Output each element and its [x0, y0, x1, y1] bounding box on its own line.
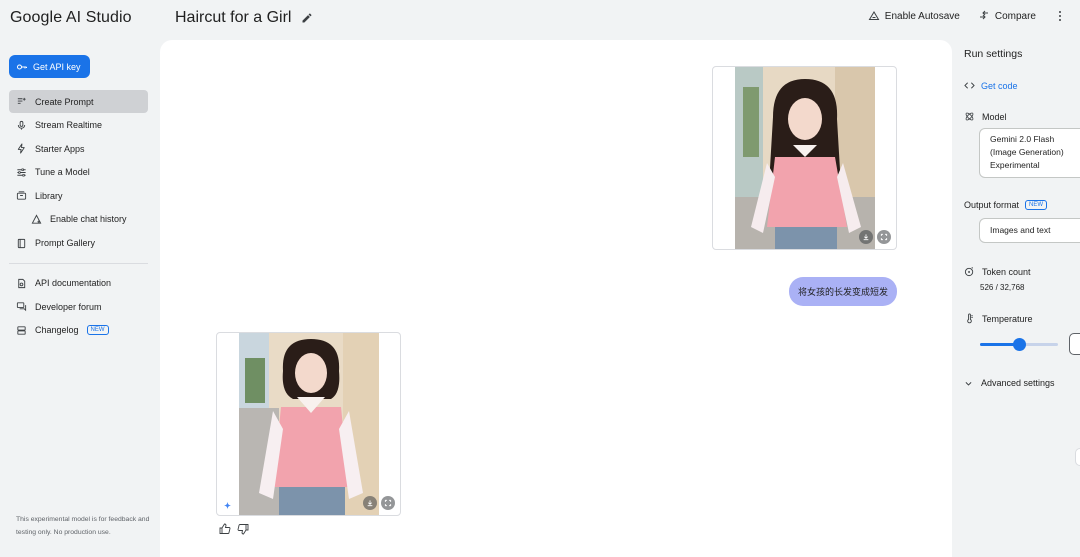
- sidebar-item-label: Enable chat history: [50, 214, 127, 225]
- sidebar-item-changelog[interactable]: Changelog NEW: [9, 319, 148, 342]
- sidebar-item-label: Library: [35, 190, 63, 201]
- model-label-text: Model: [982, 111, 1007, 122]
- new-badge: NEW: [86, 325, 109, 336]
- fullscreen-icon: [384, 499, 392, 507]
- forum-icon: [16, 302, 27, 312]
- sidebar-item-label: Tune a Model: [35, 167, 90, 178]
- sidebar-item-label: API documentation: [35, 278, 112, 289]
- fullscreen-icon: [880, 233, 888, 241]
- sidebar-item-label: Starter Apps: [35, 143, 85, 154]
- panel-resize-handle[interactable]: [1075, 448, 1080, 466]
- create-prompt-icon: [17, 97, 26, 104]
- output-format-label: Output format NEW: [964, 200, 1048, 210]
- token-count-icon: [964, 267, 974, 277]
- get-api-key-label: Get API key: [33, 61, 81, 72]
- sidebar-item-create-prompt[interactable]: Create Prompt: [9, 90, 148, 113]
- temperature-slider[interactable]: [980, 338, 1058, 351]
- sidebar-item-library[interactable]: Library: [9, 184, 148, 207]
- temperature-input[interactable]: [1069, 333, 1080, 355]
- left-sidebar: Get API key Create Prompt Stream Realtim…: [0, 38, 157, 557]
- run-settings-title: Run settings: [964, 48, 1023, 60]
- more-vert-icon: [1059, 11, 1061, 21]
- advanced-settings-toggle[interactable]: Advanced settings: [964, 378, 1055, 388]
- sidebar-item-tune-a-model[interactable]: Tune a Model: [9, 161, 148, 184]
- changelog-icon: [17, 326, 26, 335]
- expand-image-button[interactable]: [381, 496, 395, 510]
- more-options-button[interactable]: [1054, 10, 1066, 22]
- temperature-label: Temperature: [964, 313, 1033, 324]
- compare-arrows-icon: [979, 10, 988, 20]
- chevron-down-icon: [965, 381, 972, 386]
- download-icon: [863, 234, 869, 241]
- token-count-label: Token count: [964, 266, 1031, 277]
- get-code-button[interactable]: Get code: [964, 80, 1018, 91]
- compare-label: Compare: [994, 10, 1036, 22]
- sidebar-nav: Create Prompt Stream Realtime Starter Ap…: [9, 90, 148, 342]
- experimental-note: This experimental model is for feedback …: [16, 516, 150, 536]
- model-select[interactable]: Gemini 2.0 Flash (Image Generation) Expe…: [979, 128, 1080, 178]
- enable-autosave-button[interactable]: Enable Autosave: [868, 10, 960, 22]
- advanced-settings-label: Advanced settings: [981, 378, 1055, 388]
- user-uploaded-image[interactable]: [712, 66, 897, 250]
- sidebar-item-label: Prompt Gallery: [35, 238, 96, 249]
- sidebar-item-label: Developer forum: [35, 301, 102, 312]
- expand-image-button[interactable]: [877, 230, 891, 244]
- temperature-label-text: Temperature: [982, 313, 1033, 324]
- sidebar-item-stream-realtime[interactable]: Stream Realtime: [9, 114, 148, 137]
- prompt-title[interactable]: Haircut for a Girl: [175, 9, 313, 27]
- sidebar-item-starter-apps[interactable]: Starter Apps: [9, 137, 148, 160]
- output-format-label-text: Output format: [964, 200, 1020, 210]
- library-icon: [16, 191, 27, 200]
- girl-long-hair-photo: [735, 67, 875, 249]
- download-icon: [367, 500, 373, 507]
- model-atom-icon: [965, 112, 974, 121]
- sidebar-item-api-documentation[interactable]: API documentation: [9, 272, 148, 295]
- bolt-icon: [17, 143, 25, 154]
- token-count-value: 526 / 32,768: [980, 283, 1025, 292]
- token-count-label-text: Token count: [982, 266, 1031, 277]
- temperature-slider-thumb[interactable]: [1013, 338, 1026, 351]
- download-image-button[interactable]: [363, 496, 377, 510]
- response-feedback: [219, 523, 249, 535]
- gemini-spark-icon: [223, 501, 232, 510]
- history-icon: [31, 214, 42, 224]
- sidebar-item-developer-forum[interactable]: Developer forum: [9, 295, 148, 318]
- get-api-key-button[interactable]: Get API key: [9, 55, 90, 78]
- microphone-icon: [17, 120, 26, 130]
- sidebar-item-label: Changelog: [35, 325, 79, 336]
- thumbs-up-icon[interactable]: [219, 523, 231, 535]
- thermometer-icon: [967, 313, 973, 324]
- new-badge: NEW: [1025, 200, 1048, 210]
- top-bar: Google AI Studio Haircut for a Girl Enab…: [0, 0, 1080, 38]
- sidebar-item-label: Create Prompt: [35, 96, 94, 107]
- sidebar-divider: [9, 262, 148, 264]
- thumbs-down-icon[interactable]: [237, 523, 249, 535]
- cloud-save-icon: [868, 11, 880, 20]
- app-brand[interactable]: Google AI Studio: [10, 9, 132, 27]
- sidebar-item-label: Stream Realtime: [35, 120, 103, 131]
- code-icon: [964, 82, 975, 89]
- edit-pencil-icon[interactable]: [301, 12, 313, 24]
- sidebar-item-enable-chat-history[interactable]: Enable chat history: [9, 208, 148, 231]
- user-message-bubble: 将女孩的长发变成短发: [789, 277, 897, 306]
- sidebar-item-prompt-gallery[interactable]: Prompt Gallery: [9, 232, 148, 255]
- girl-short-hair-photo: [239, 333, 379, 515]
- autosave-label: Enable Autosave: [884, 10, 960, 22]
- docs-icon: [18, 278, 26, 288]
- compare-button[interactable]: Compare: [978, 10, 1036, 22]
- key-icon: [17, 64, 27, 69]
- run-settings-panel: Run settings Get code Model Gemini 2.0 F…: [952, 38, 1080, 557]
- get-code-label: Get code: [981, 80, 1018, 91]
- model-label: Model: [964, 111, 1007, 122]
- output-format-select[interactable]: Images and text: [979, 218, 1080, 243]
- download-image-button[interactable]: [859, 230, 873, 244]
- gallery-book-icon: [17, 238, 26, 248]
- tune-icon: [17, 168, 26, 177]
- prompt-title-text[interactable]: Haircut for a Girl: [175, 9, 291, 27]
- model-generated-image[interactable]: [216, 332, 401, 516]
- chat-panel: 将女孩的长发变成短发: [160, 40, 952, 557]
